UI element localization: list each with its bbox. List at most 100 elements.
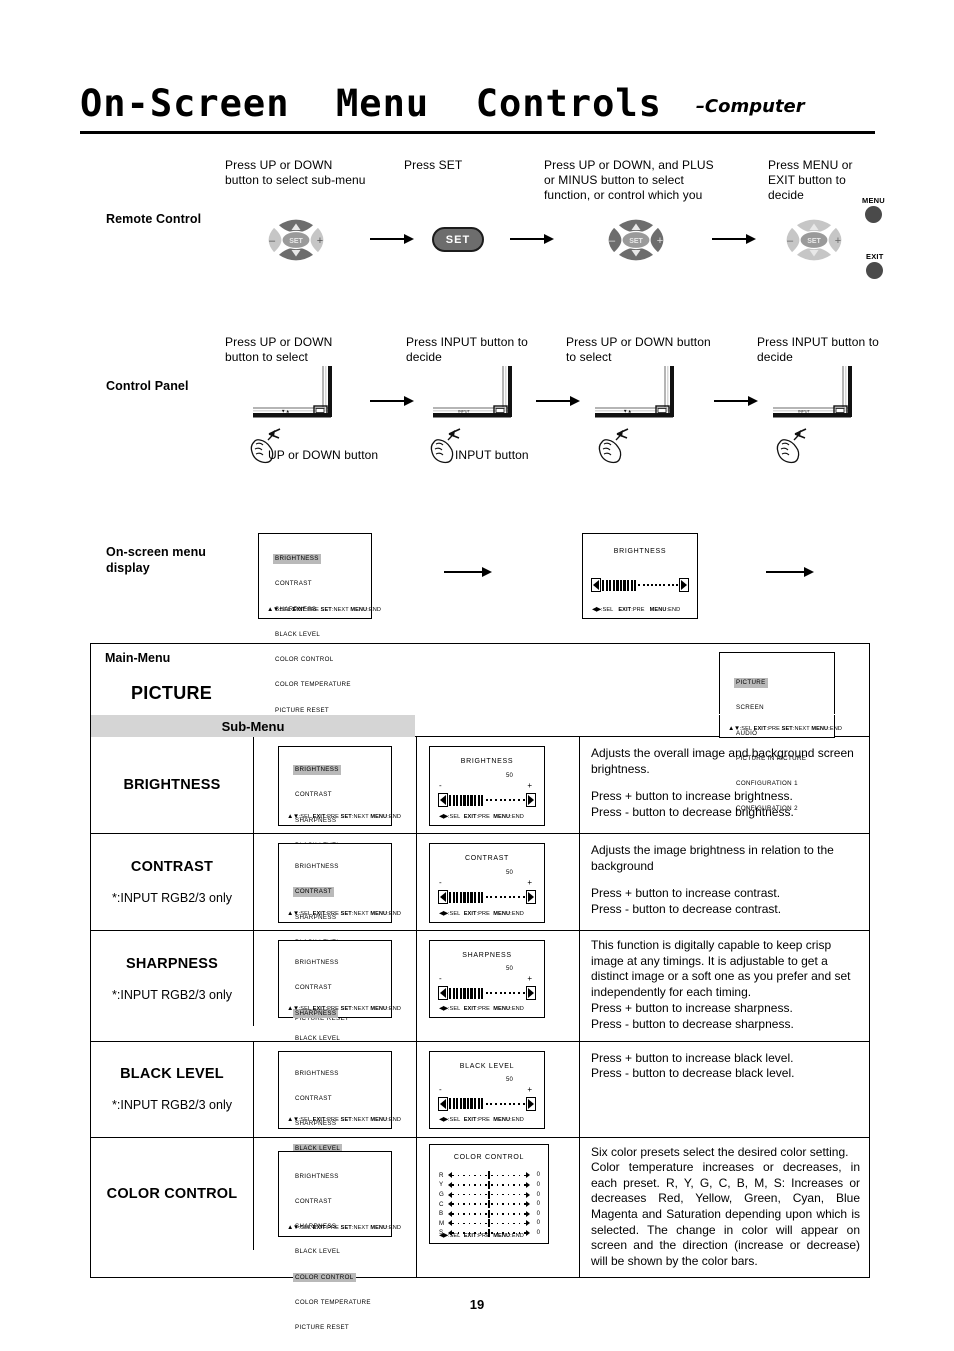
osd-slider[interactable] — [438, 1096, 536, 1111]
osd-item-brightness[interactable]: BRIGHTNESS — [293, 765, 341, 775]
osd-slider[interactable] — [438, 986, 536, 1000]
osd-footer-hints: ▲▼:SEL EXIT:PRE SET:NEXT MENU:END — [267, 606, 381, 613]
color-channel-row[interactable]: Y 0 — [439, 1180, 540, 1190]
sub-menu-label: Sub-Menu — [91, 715, 415, 737]
channel-right-arrow-icon[interactable] — [526, 1220, 530, 1227]
osd-slider[interactable] — [591, 578, 689, 592]
osd-main-item-config1[interactable]: CONFIGURATION 1 — [734, 779, 800, 789]
color-channel-row[interactable]: B 0 — [439, 1209, 540, 1219]
row-title: SHARPNESS — [125, 955, 219, 972]
color-channel-row[interactable]: C 0 — [439, 1199, 540, 1209]
panel-step-4-caption: Press INPUT button to decide — [757, 335, 879, 364]
osd-item-black-level[interactable]: BLACK LEVEL — [293, 1247, 342, 1257]
osd-submenu-box: BRIGHTNESS CONTRAST SHARPNESS BLACK LEVE… — [278, 746, 401, 925]
flow-arrow-remote-3 — [712, 234, 756, 244]
slider-left-arrow[interactable] — [438, 986, 448, 1000]
slider-left-arrow[interactable] — [438, 1096, 448, 1111]
exit-button[interactable]: EXIT — [866, 252, 883, 279]
channel-value-r: 0 — [536, 1172, 540, 1179]
osd-item-brightness[interactable]: BRIGHTNESS — [293, 862, 341, 872]
slider-filled-ticks — [449, 794, 484, 806]
channel-right-arrow-icon[interactable] — [526, 1201, 530, 1208]
row-desc-para-1: This function is digitally capable to ke… — [591, 938, 851, 999]
slider-right-arrow[interactable] — [526, 793, 536, 807]
slider-left-arrow[interactable] — [591, 578, 601, 592]
svg-text:+: + — [835, 235, 841, 247]
row-name-cell: CONTRAST *:INPUT RGB2/3 only — [91, 834, 254, 930]
osd-main-item-screen[interactable]: SCREEN — [734, 703, 766, 713]
osd-submenu-box: BRIGHTNESS CONTRAST SHARPNESS BLACK LEVE… — [278, 843, 401, 1022]
svg-text:+: + — [657, 235, 663, 247]
row-input-note: *:INPUT RGB2/3 only — [112, 987, 232, 1002]
channel-slider-y[interactable] — [448, 1180, 530, 1189]
channel-slider-b[interactable] — [448, 1209, 530, 1218]
row-submenu-cell: BRIGHTNESS CONTRAST SHARPNESS BLACK LEVE… — [254, 737, 417, 925]
osd-main-item-pip[interactable]: PICTURE IN PICTURE — [734, 754, 808, 764]
osd-item-contrast[interactable]: CONTRAST — [293, 1197, 334, 1207]
channel-slider-c[interactable] — [448, 1200, 530, 1209]
osd-main-item-picture[interactable]: PICTURE — [734, 678, 768, 688]
osd-item-picture-reset[interactable]: PICTURE RESET — [293, 1323, 351, 1333]
osd-value-box: BRIGHTNESS 50 - + ◀▶:SEL EXIT:PRE MENU:E… — [429, 746, 545, 826]
slider-right-arrow[interactable] — [679, 578, 689, 592]
osd-submenu-box: BRIGHTNESS CONTRAST SHARPNESS BLACK LEVE… — [278, 1150, 401, 1331]
osd-slider[interactable] — [438, 890, 536, 904]
row-submenu-cell: BRIGHTNESS CONTRAST SHARPNESS BLACK LEVE… — [254, 1041, 417, 1228]
osd-item-contrast[interactable]: CONTRAST — [293, 1094, 334, 1104]
slider-right-arrow[interactable] — [526, 890, 536, 904]
osd-item-contrast[interactable]: CONTRAST — [273, 579, 314, 589]
remote-dpad-2[interactable]: SET – + — [588, 203, 684, 277]
osd-item-color-control[interactable]: COLOR CONTROL — [293, 1272, 356, 1283]
flow-arrow-osd-1 — [444, 567, 492, 577]
slider-left-arrow[interactable] — [438, 793, 448, 807]
osd-footer-hints: ▲▼:SEL EXIT:PRE SET:NEXT MENU:END — [287, 1223, 401, 1231]
osd-value-box: CONTRAST 50 - + ◀▶:SEL EXIT:PRE MENU:END — [429, 843, 545, 923]
color-channel-row[interactable]: M 0 — [439, 1219, 540, 1229]
remote-dpad-3[interactable]: SET – + — [766, 203, 862, 277]
row-title: COLOR CONTROL — [106, 1185, 238, 1202]
remote-dpad-1[interactable]: SET – + — [248, 203, 344, 277]
osd-item-brightness[interactable]: BRIGHTNESS — [293, 1069, 341, 1079]
osd-value-footer-hints: ◀▶:SEL EXIT:PRE MENU:END — [439, 1115, 524, 1123]
color-channel-row[interactable]: G 0 — [439, 1190, 540, 1200]
osd-value-number: 50 — [506, 870, 514, 876]
osd-item-contrast[interactable]: CONTRAST — [293, 887, 334, 898]
osd-item-brightness[interactable]: BRIGHTNESS — [293, 958, 341, 968]
osd-value-footer-hints: ◀▶:SEL EXIT:PRE MENU:END — [439, 813, 524, 820]
set-button[interactable]: SET — [432, 227, 484, 252]
row-input-note: *:INPUT RGB2/3 only — [112, 1098, 232, 1113]
slider-filled-ticks — [449, 987, 484, 999]
osd-slider[interactable] — [438, 793, 536, 807]
channel-right-arrow-icon[interactable] — [526, 1172, 530, 1179]
channel-slider-g[interactable] — [448, 1190, 530, 1199]
slider-right-arrow[interactable] — [526, 1096, 536, 1111]
osd-item-black-level[interactable]: BLACK LEVEL — [273, 630, 322, 640]
osd-item-contrast[interactable]: CONTRAST — [293, 983, 334, 993]
osd-submenu-box: BRIGHTNESS CONTRAST SHARPNESS BLACK LEVE… — [278, 940, 401, 1118]
slider-right-arrow[interactable] — [526, 986, 536, 1000]
channel-right-arrow-icon[interactable] — [526, 1191, 530, 1198]
page-title: On-Screen Menu Controls — [80, 82, 662, 125]
slider-left-arrow[interactable] — [438, 890, 448, 904]
manual-page: On-Screen Menu Controls –Computer Remote… — [0, 0, 954, 1351]
channel-right-arrow-icon[interactable] — [526, 1210, 530, 1217]
color-channel-row[interactable]: R 0 — [439, 1171, 540, 1181]
channel-slider-m[interactable] — [448, 1219, 530, 1228]
osd-item-contrast[interactable]: CONTRAST — [293, 790, 334, 800]
channel-label-r: R — [439, 1171, 444, 1179]
osd-item-brightness[interactable]: BRIGHTNESS — [273, 554, 321, 564]
osd-main-item-config2[interactable]: CONFIGURATION 2 — [734, 804, 800, 814]
osd-value-title: COLOR CONTROL — [453, 1153, 525, 1161]
channel-value-y: 0 — [536, 1181, 540, 1188]
osd-color-footer-hints: ◀▶:SEL EXIT:PRE MENU:END — [439, 1231, 524, 1239]
channel-center-mark — [488, 1209, 490, 1218]
svg-text:▼▲: ▼▲ — [281, 409, 290, 414]
channel-right-arrow-icon[interactable] — [526, 1181, 530, 1188]
osd-value-box: SHARPNESS 50 - + ◀▶:SEL EXIT:PRE MENU:EN… — [429, 940, 545, 1018]
channel-label-y: Y — [439, 1181, 444, 1189]
osd-item-brightness[interactable]: BRIGHTNESS — [293, 1172, 341, 1182]
channel-slider-r[interactable] — [448, 1171, 530, 1180]
menu-button[interactable]: MENU — [862, 196, 885, 223]
row-description-cell: Press + button to increase black level. … — [580, 1042, 869, 1137]
picture-category-label: PICTURE — [131, 683, 213, 703]
